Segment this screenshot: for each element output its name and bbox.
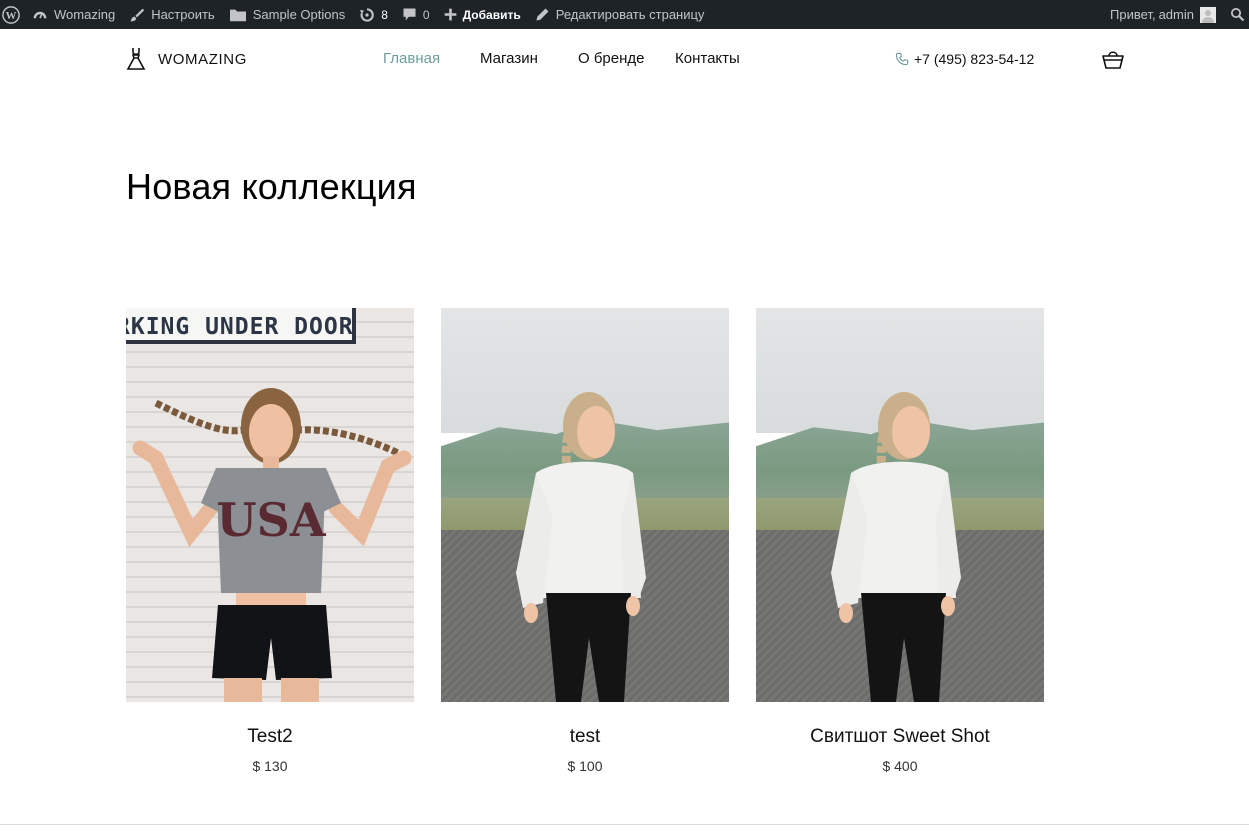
nav-item-shop[interactable]: Магазин xyxy=(480,50,538,67)
refresh-icon xyxy=(360,7,375,22)
customize-link[interactable]: Настроить xyxy=(122,0,222,29)
phone-link[interactable]: +7 (495) 823-54-12 xyxy=(895,51,1034,67)
site-name-link[interactable]: Womazing xyxy=(26,0,122,29)
product-card[interactable]: RKING UNDER DOOR USA Test2 $ 130 xyxy=(126,308,414,774)
wp-logo-button[interactable]: W xyxy=(0,0,26,29)
admin-search-button[interactable] xyxy=(1226,0,1249,29)
add-new-label: Добавить xyxy=(462,7,521,22)
sample-options-label: Sample Options xyxy=(252,7,346,22)
folder-icon xyxy=(229,9,246,21)
product-price: $ 130 xyxy=(252,758,288,774)
greeting-text: Привет, xyxy=(1110,7,1156,22)
avatar xyxy=(1200,6,1216,23)
cart-button[interactable] xyxy=(1101,48,1125,75)
site-name-label: Womazing xyxy=(54,7,116,22)
site-logo[interactable]: WOMAZING xyxy=(126,47,247,71)
admin-bar: W Womazing Настроить Sample Options 8 0 … xyxy=(0,0,1249,29)
comments-count: 0 xyxy=(422,7,430,22)
svg-text:W: W xyxy=(6,10,17,22)
nav-item-home[interactable]: Главная xyxy=(383,50,440,67)
account-menu[interactable]: Привет, admin xyxy=(1110,6,1226,23)
shirt-print-text: USA xyxy=(216,493,326,547)
product-image[interactable] xyxy=(441,308,729,702)
nav-item-about-brand[interactable]: О бренде xyxy=(578,50,645,67)
product-price: $ 400 xyxy=(882,758,918,774)
product-name[interactable]: test xyxy=(441,726,729,748)
dress-icon xyxy=(126,48,146,70)
product-card[interactable]: Свитшот Sweet Shot $ 400 xyxy=(756,308,1044,774)
basket-icon xyxy=(1102,51,1124,69)
plus-icon xyxy=(444,8,456,21)
dashboard-icon xyxy=(33,11,47,19)
pencil-icon xyxy=(536,8,549,21)
nav-item-contacts[interactable]: Контакты xyxy=(675,50,740,67)
product-name[interactable]: Свитшот Sweet Shot xyxy=(756,726,1044,748)
product-name[interactable]: Test2 xyxy=(126,726,414,748)
product-image[interactable] xyxy=(756,308,1044,702)
add-new-link[interactable]: Добавить xyxy=(437,0,528,29)
username-text: admin xyxy=(1158,7,1194,22)
updates-link[interactable]: 8 xyxy=(352,0,395,29)
phone-icon xyxy=(895,52,909,66)
section-divider xyxy=(0,824,1249,825)
logo-text: WOMAZING xyxy=(158,50,247,68)
comments-link[interactable]: 0 xyxy=(395,0,437,29)
phone-number: +7 (495) 823-54-12 xyxy=(914,51,1035,67)
updates-count: 8 xyxy=(381,7,388,22)
search-icon xyxy=(1230,7,1245,22)
admin-bar-right: Привет, admin xyxy=(1110,0,1249,29)
comment-icon xyxy=(403,8,416,21)
sample-options-link[interactable]: Sample Options xyxy=(222,0,353,29)
edit-page-link[interactable]: Редактировать страницу xyxy=(528,0,712,29)
page-title: Новая коллекция xyxy=(126,166,417,207)
customize-label: Настроить xyxy=(151,7,215,22)
brush-icon xyxy=(130,8,145,21)
product-card[interactable]: test $ 100 xyxy=(441,308,729,774)
wordpress-icon: W xyxy=(2,5,20,24)
product-image[interactable]: RKING UNDER DOOR USA xyxy=(126,308,414,702)
edit-page-label: Редактировать страницу xyxy=(555,7,705,22)
product-price: $ 100 xyxy=(567,758,603,774)
